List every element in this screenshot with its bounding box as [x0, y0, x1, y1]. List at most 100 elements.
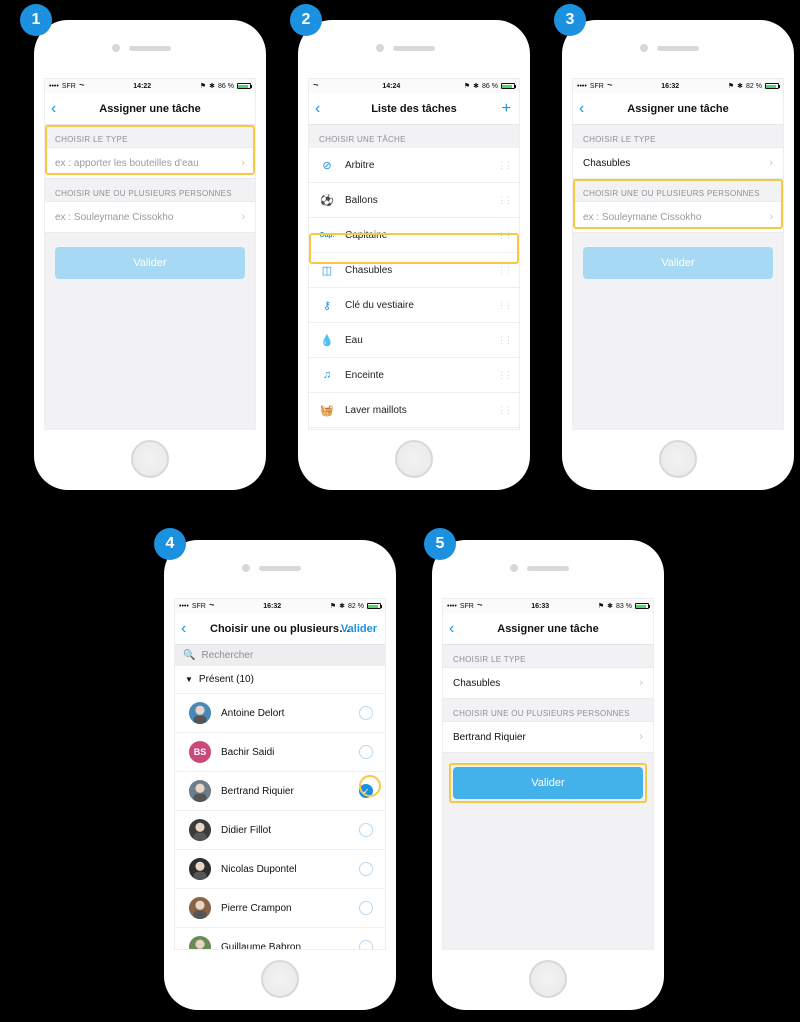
radio-unchecked[interactable]	[359, 901, 373, 915]
section-header-people: CHOISIR UNE OU PLUSIEURS PERSONNES	[45, 179, 255, 202]
chevron-right-icon: ›	[769, 157, 773, 169]
avatar	[189, 936, 211, 950]
phone-3: ••••SFR⏦ 16:32 ⚑✱82 % ‹ Assigner une tâc…	[562, 20, 794, 490]
step-badge-3: 3	[554, 4, 586, 36]
back-button[interactable]: ‹	[181, 620, 186, 638]
screen-3: ••••SFR⏦ 16:32 ⚑✱82 % ‹ Assigner une tâc…	[572, 78, 784, 430]
drag-handle-icon[interactable]: ⋮⋮	[497, 234, 511, 237]
person-name: Bertrand Riquier	[221, 786, 294, 797]
section-header-type: CHOISIR LE TYPE	[443, 645, 653, 668]
validate-button[interactable]: Valider	[453, 767, 643, 799]
people-field[interactable]: ex : Souleymane Cissokho ›	[45, 201, 255, 233]
water-icon: 💧	[319, 332, 335, 348]
back-button[interactable]: ‹	[449, 620, 454, 638]
avatar	[189, 702, 211, 724]
drag-handle-icon[interactable]: ⋮⋮	[497, 409, 511, 412]
person-name: Guillaume Babron	[221, 942, 301, 951]
phone-speaker	[527, 566, 569, 571]
phone-camera	[112, 44, 120, 52]
phone-speaker	[657, 46, 699, 51]
search-icon: 🔍	[183, 650, 195, 661]
task-list: ⊘Arbitre⋮⋮⚽Ballons⋮⋮Cap.Capitaine⋮⋮◫Chas…	[309, 148, 519, 430]
person-name: Bachir Saidi	[221, 747, 274, 758]
person-row[interactable]: Bertrand Riquier ✓	[175, 772, 385, 811]
person-row[interactable]: Pierre Crampon	[175, 889, 385, 928]
task-row-water[interactable]: 💧Eau⋮⋮	[309, 323, 519, 358]
home-button[interactable]	[395, 440, 433, 478]
home-button[interactable]	[261, 960, 299, 998]
add-button[interactable]: +	[502, 100, 511, 118]
chevron-right-icon: ›	[769, 211, 773, 223]
speaker-icon: ♫	[319, 367, 335, 383]
drag-handle-icon[interactable]: ⋮⋮	[497, 269, 511, 272]
task-row-cap[interactable]: Cap.Capitaine⋮⋮	[309, 218, 519, 253]
home-button[interactable]	[659, 440, 697, 478]
drag-handle-icon[interactable]: ⋮⋮	[497, 199, 511, 202]
person-row[interactable]: BSBachir Saidi	[175, 733, 385, 772]
back-button[interactable]: ‹	[315, 100, 320, 118]
task-row-ball[interactable]: ⚽Ballons⋮⋮	[309, 183, 519, 218]
screen-4: ••••SFR⏦ 16:32 ⚑✱82 % ‹ Choisir une ou p…	[174, 598, 386, 950]
key-icon: ⚷	[319, 297, 335, 313]
task-row-bib[interactable]: ◫Chasubles⋮⋮	[309, 253, 519, 288]
nav-bar: ‹ Assigner une tâche	[573, 93, 783, 125]
person-row[interactable]: Nicolas Dupontel	[175, 850, 385, 889]
section-header-type: CHOISIR LE TYPE	[573, 125, 783, 148]
person-row[interactable]: Didier Fillot	[175, 811, 385, 850]
step-badge-2: 2	[290, 4, 322, 36]
task-row-bread[interactable]: 🥐Petit-dej'⋮⋮	[309, 428, 519, 430]
radio-checked[interactable]: ✓	[359, 784, 373, 798]
task-row-whistle[interactable]: ⊘Arbitre⋮⋮	[309, 148, 519, 183]
task-label: Laver maillots	[345, 405, 407, 416]
drag-handle-icon[interactable]: ⋮⋮	[497, 374, 511, 377]
back-button[interactable]: ‹	[51, 100, 56, 118]
screen-5: ••••SFR⏦ 16:33 ⚑✱83 % ‹ Assigner une tâc…	[442, 598, 654, 950]
type-field[interactable]: Chasubles ›	[443, 667, 653, 699]
home-button[interactable]	[131, 440, 169, 478]
validate-button[interactable]: Valider	[583, 247, 773, 279]
page-title: Assigner une tâche	[627, 103, 728, 115]
validate-link[interactable]: Valider	[341, 623, 377, 635]
radio-unchecked[interactable]	[359, 862, 373, 876]
phone-camera	[510, 564, 518, 572]
nav-bar: ‹ Assigner une tâche	[45, 93, 255, 125]
cap-icon: Cap.	[319, 227, 335, 243]
drag-handle-icon[interactable]: ⋮⋮	[497, 304, 511, 307]
whistle-icon: ⊘	[319, 157, 335, 173]
person-row[interactable]: Guillaume Babron	[175, 928, 385, 950]
back-button[interactable]: ‹	[579, 100, 584, 118]
section-header-type: CHOISIR LE TYPE	[45, 125, 255, 148]
radio-unchecked[interactable]	[359, 745, 373, 759]
person-row[interactable]: Antoine Delort	[175, 694, 385, 733]
search-bar[interactable]: 🔍 Rechercher	[175, 645, 385, 666]
radio-unchecked[interactable]	[359, 706, 373, 720]
page-title: Liste des tâches	[371, 103, 457, 115]
people-list: Antoine DelortBSBachir SaidiBertrand Riq…	[175, 694, 385, 950]
radio-unchecked[interactable]	[359, 823, 373, 837]
drag-handle-icon[interactable]: ⋮⋮	[497, 164, 511, 167]
person-name: Didier Fillot	[221, 825, 271, 836]
radio-unchecked[interactable]	[359, 940, 373, 950]
nav-bar: ‹ Choisir une ou plusieurs perso... Vali…	[175, 613, 385, 645]
nav-bar: ‹ Assigner une tâche	[443, 613, 653, 645]
section-header-people: CHOISIR UNE OU PLUSIEURS PERSONNES	[443, 699, 653, 722]
avatar	[189, 780, 211, 802]
task-row-key[interactable]: ⚷Clé du vestiaire⋮⋮	[309, 288, 519, 323]
people-placeholder: ex : Souleymane Cissokho	[55, 212, 173, 223]
drag-handle-icon[interactable]: ⋮⋮	[497, 339, 511, 342]
phone-5: ••••SFR⏦ 16:33 ⚑✱83 % ‹ Assigner une tâc…	[432, 540, 664, 1010]
person-name: Antoine Delort	[221, 708, 284, 719]
phone-1: ••••SFR⏦ 14:22 ⚑✱86 % ‹ Assigner une tâc…	[34, 20, 266, 490]
phone-speaker	[393, 46, 435, 51]
validate-button[interactable]: Valider	[55, 247, 245, 279]
people-field[interactable]: Bertrand Riquier ›	[443, 721, 653, 753]
group-header-present[interactable]: ▼ Présent (10)	[175, 666, 385, 694]
type-field[interactable]: Chasubles ›	[573, 147, 783, 179]
task-row-wash[interactable]: 🧺Laver maillots⋮⋮	[309, 393, 519, 428]
bib-icon: ◫	[319, 262, 335, 278]
home-button[interactable]	[529, 960, 567, 998]
task-row-speaker[interactable]: ♫Enceinte⋮⋮	[309, 358, 519, 393]
type-field[interactable]: ex : apporter les bouteilles d'eau ›	[45, 147, 255, 179]
people-field[interactable]: ex : Souleymane Cissokho ›	[573, 201, 783, 233]
status-bar: ••••SFR⏦ 16:32 ⚑✱82 %	[573, 79, 783, 93]
